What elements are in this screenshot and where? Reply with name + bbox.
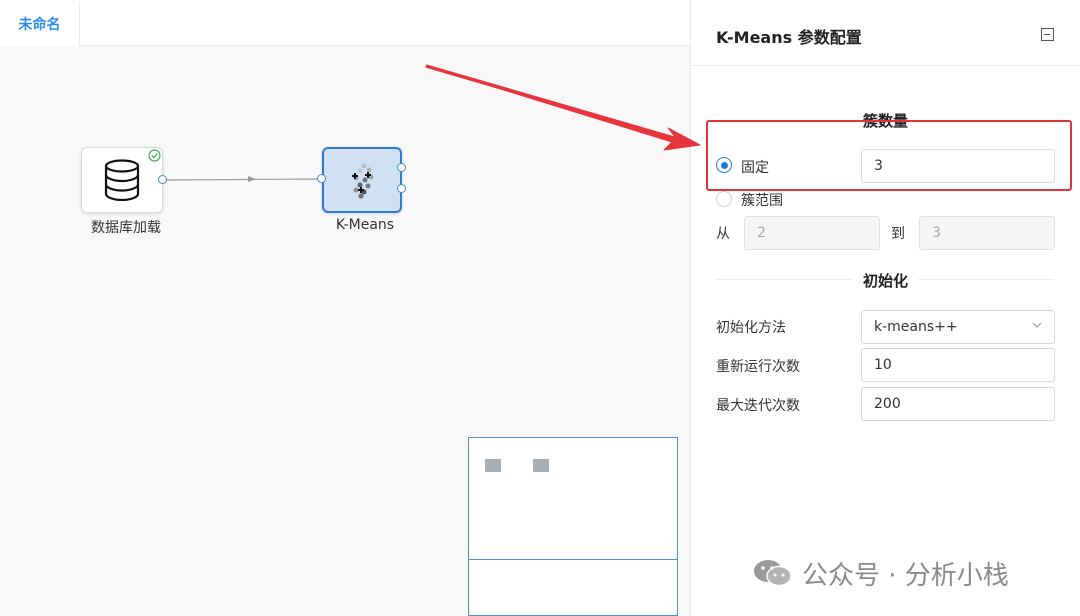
annotation-highlight-box (706, 120, 1072, 191)
range-from-input[interactable]: 2 (744, 216, 880, 250)
range-to-input[interactable]: 3 (919, 216, 1055, 250)
collapse-icon[interactable] (1041, 28, 1054, 41)
max-iter-label: 最大迭代次数 (716, 398, 800, 414)
minimap-node (485, 459, 501, 472)
init-method-select[interactable]: k-means++ (861, 310, 1055, 344)
minimap[interactable] (468, 437, 678, 616)
init-method-value: k-means++ (874, 319, 958, 335)
wechat-icon (754, 560, 792, 587)
success-check-icon (148, 149, 161, 162)
panel-title: K-Means 参数配置 (716, 28, 862, 47)
range-from-label: 从 (716, 226, 730, 242)
section-title-init-text: 初始化 (852, 272, 918, 290)
edge-arrowhead (248, 176, 256, 182)
node-label-kmeans: K-Means (335, 217, 395, 233)
section-title-init: 初始化 (691, 270, 1080, 291)
output-port[interactable] (158, 175, 167, 184)
chevron-down-icon (1032, 322, 1042, 328)
minimap-viewport-edge (469, 559, 677, 560)
watermark-text: 公众号 · 分析小栈 (802, 560, 1009, 591)
output-port-2[interactable] (397, 184, 406, 193)
watermark: 公众号 · 分析小栈 (752, 553, 1009, 593)
node-kmeans[interactable] (322, 147, 402, 213)
n-init-input[interactable]: 10 (861, 348, 1055, 382)
radio-range-label: 簇范围 (741, 193, 783, 209)
parameter-panel: K-Means 参数配置 簇数量 固定 3 簇范围 从 2 到 3 初始化 初始… (690, 0, 1080, 616)
radio-range[interactable] (716, 191, 732, 207)
node-label-database-load: 数据库加载 (91, 220, 161, 236)
output-port-1[interactable] (397, 163, 406, 172)
n-init-label: 重新运行次数 (716, 359, 800, 375)
input-port[interactable] (317, 174, 326, 183)
panel-header: K-Means 参数配置 (691, 0, 1080, 66)
workflow-canvas[interactable]: 未命名 数据库加载 K-Means (0, 0, 690, 616)
init-method-label: 初始化方法 (716, 320, 786, 336)
max-iter-input[interactable]: 200 (861, 387, 1055, 421)
kmeans-cluster-icon (324, 149, 400, 211)
range-to-label: 到 (891, 226, 905, 242)
node-database-load[interactable] (81, 147, 163, 213)
minimap-node (533, 459, 549, 472)
